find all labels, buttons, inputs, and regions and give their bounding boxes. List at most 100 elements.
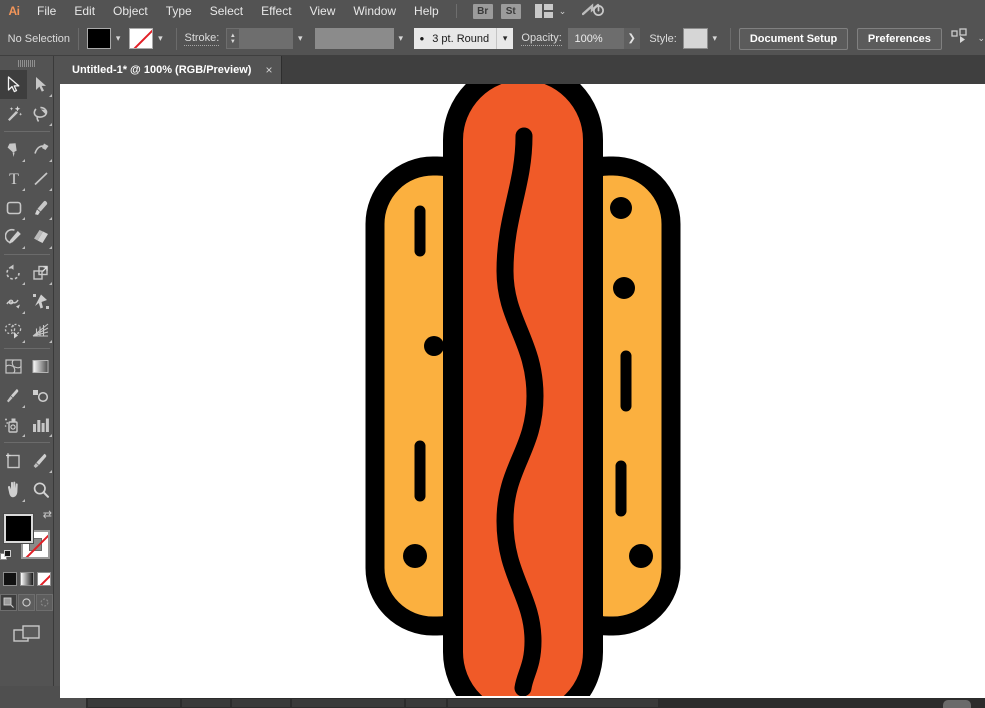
width-tool[interactable] <box>0 287 27 316</box>
scale-tool[interactable] <box>27 258 54 287</box>
width-profile-chevron-down-icon[interactable]: ▾ <box>394 28 408 49</box>
hand-tool[interactable] <box>0 475 27 504</box>
tool-flyout-indicator <box>49 188 52 191</box>
taskbar-tray-item[interactable] <box>943 700 971 708</box>
arrange-documents-icon[interactable] <box>535 4 553 18</box>
change-screen-mode-button[interactable] <box>12 623 42 650</box>
color-swatch[interactable] <box>3 572 17 586</box>
fill-stroke-indicator: ⇄ <box>0 508 54 570</box>
opacity-input[interactable]: 100% <box>568 28 624 49</box>
bridge-button[interactable]: Br <box>473 4 493 19</box>
arrange-chevron-down-icon[interactable]: ⌄ <box>559 6 567 17</box>
direct-selection-tool[interactable] <box>27 70 54 99</box>
symbol-sprayer-tool[interactable] <box>0 410 27 439</box>
swap-fill-stroke-icon[interactable]: ⇄ <box>43 508 52 521</box>
document-canvas[interactable] <box>60 84 985 696</box>
stroke-chevron-down-icon[interactable]: ▾ <box>153 28 167 49</box>
free-transform-tool[interactable] <box>27 287 54 316</box>
taskbar-item[interactable] <box>88 699 180 707</box>
tool-flyout-indicator <box>22 246 25 249</box>
pen-tool[interactable] <box>0 135 27 164</box>
eraser-tool[interactable] <box>27 222 54 251</box>
document-tab[interactable]: Untitled-1* @ 100% (RGB/Preview) × <box>60 56 282 84</box>
graphic-style-swatch[interactable] <box>683 28 708 49</box>
draw-normal-button[interactable] <box>0 594 17 611</box>
stroke-color-swatch[interactable] <box>129 28 153 49</box>
magic-wand-tool[interactable] <box>0 99 27 128</box>
close-icon[interactable]: × <box>265 64 272 76</box>
default-fill-stroke-icon[interactable] <box>0 550 13 568</box>
column-graph-tool[interactable] <box>27 410 54 439</box>
rotate-tool[interactable] <box>0 258 27 287</box>
brush-chevron-down-icon[interactable]: ▾ <box>496 28 512 49</box>
align-chevron-down-icon[interactable]: ⌄ <box>977 33 985 44</box>
lasso-tool[interactable] <box>27 99 54 128</box>
paintbrush-tool[interactable] <box>27 193 54 222</box>
taskbar-item[interactable] <box>448 699 658 707</box>
rectangle-tool[interactable] <box>0 193 27 222</box>
selection-tool[interactable] <box>0 70 27 99</box>
menu-type[interactable]: Type <box>157 0 201 22</box>
brush-definition-select[interactable]: • 3 pt. Round <box>414 28 497 49</box>
status-bar-left <box>0 686 60 698</box>
zoom-tool[interactable] <box>27 475 54 504</box>
app-logo-icon: Ai <box>0 0 28 22</box>
stroke-weight-stepper[interactable]: ▲▼ <box>226 28 239 49</box>
stroke-weight-chevron-down-icon[interactable]: ▾ <box>293 28 307 49</box>
gradient-tool[interactable] <box>27 352 54 381</box>
taskbar-item[interactable] <box>182 699 230 707</box>
menu-view[interactable]: View <box>301 0 345 22</box>
align-objects-icon[interactable] <box>951 28 971 49</box>
cc-sync-icon[interactable] <box>582 3 604 20</box>
menu-window[interactable]: Window <box>344 0 405 22</box>
blend-tool[interactable] <box>27 381 54 410</box>
menu-divider <box>456 4 457 18</box>
document-setup-button[interactable]: Document Setup <box>739 28 848 50</box>
shaper-tool[interactable] <box>0 222 27 251</box>
tool-flyout-indicator <box>22 282 25 285</box>
type-tool[interactable]: T <box>0 164 27 193</box>
menu-help[interactable]: Help <box>405 0 448 22</box>
taskbar-item[interactable] <box>292 699 404 707</box>
menu-effect[interactable]: Effect <box>252 0 300 22</box>
line-segment-tool[interactable] <box>27 164 54 193</box>
menu-edit[interactable]: Edit <box>65 0 104 22</box>
fill-chevron-down-icon[interactable]: ▾ <box>111 28 125 49</box>
fill-indicator-swatch[interactable] <box>4 514 33 543</box>
eyedropper-tool[interactable] <box>0 381 27 410</box>
tools-panel-drag-handle[interactable] <box>0 56 53 70</box>
control-bar: No Selection ▾ ▾ Stroke: ▲▼ ▾ ▾ • 3 pt. … <box>0 22 985 56</box>
menu-file[interactable]: File <box>28 0 65 22</box>
taskbar-start-area[interactable] <box>0 698 86 708</box>
taskbar-item[interactable] <box>232 699 290 707</box>
fill-color-swatch[interactable] <box>87 28 111 49</box>
stroke-weight-label[interactable]: Stroke: <box>184 32 219 46</box>
draw-behind-button[interactable] <box>18 594 35 611</box>
artboard-tool[interactable] <box>0 446 27 475</box>
opacity-label[interactable]: Opacity: <box>521 32 561 46</box>
tool-flyout-indicator <box>22 499 25 502</box>
menu-bar: Ai File Edit Object Type Select Effect V… <box>0 0 985 22</box>
style-chevron-down-icon[interactable]: ▾ <box>708 28 722 49</box>
menu-select[interactable]: Select <box>201 0 252 22</box>
stock-button[interactable]: St <box>501 4 521 19</box>
none-swatch[interactable] <box>37 572 51 586</box>
preferences-button[interactable]: Preferences <box>857 28 942 50</box>
draw-inside-button[interactable] <box>36 594 53 611</box>
variable-width-profile-select[interactable] <box>315 28 393 49</box>
curvature-tool[interactable] <box>27 135 54 164</box>
mesh-tool[interactable] <box>0 352 27 381</box>
illustrator-window: Ai File Edit Object Type Select Effect V… <box>0 0 985 708</box>
shape-builder-tool[interactable] <box>0 316 27 345</box>
opacity-expand-button[interactable]: ❯ <box>624 28 640 49</box>
svg-text:T: T <box>9 171 19 187</box>
menu-object[interactable]: Object <box>104 0 157 22</box>
perspective-grid-tool[interactable] <box>27 316 54 345</box>
hot-dog-illustration[interactable] <box>353 84 693 696</box>
slice-tool[interactable] <box>27 446 54 475</box>
document-tab-title: Untitled-1* @ 100% (RGB/Preview) <box>72 64 251 76</box>
tools-grid: T <box>0 70 54 504</box>
taskbar-item[interactable] <box>406 699 446 707</box>
gradient-swatch[interactable] <box>20 572 34 586</box>
stroke-weight-input[interactable] <box>240 28 294 49</box>
